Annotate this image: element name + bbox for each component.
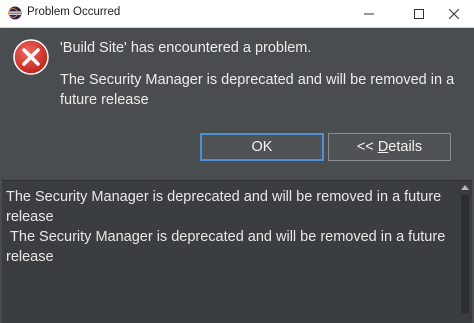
title-bar[interactable]: Problem Occurred [0,0,474,28]
close-button[interactable] [434,0,474,27]
details-content: The Security Manager is deprecated and w… [6,187,451,267]
maximize-icon [414,8,424,19]
minimize-button[interactable] [349,0,389,27]
details-line: The Security Manager is deprecated and w… [6,189,442,225]
scroll-thumb[interactable] [461,195,469,313]
details-mnemonic: D [377,139,389,155]
details-button[interactable]: << Details [328,133,451,161]
details-label-rest: etails [388,139,423,155]
window-title: Problem Occurred [27,6,121,18]
error-icon [13,39,49,75]
scroll-up-arrow-icon[interactable] [461,185,469,190]
error-title: 'Build Site' has encountered a problem. [60,40,312,56]
eclipse-app-icon [8,6,22,20]
minimize-icon [364,13,374,14]
vertical-scrollbar[interactable] [458,181,472,323]
maximize-button[interactable] [399,0,439,27]
problem-dialog: Problem Occurred 'Build Site' has encoun… [0,0,474,323]
details-label-prefix: << [356,139,378,155]
ok-button[interactable]: OK [200,133,324,161]
close-icon [449,8,459,19]
details-text-area[interactable]: The Security Manager is deprecated and w… [2,180,472,323]
details-line: The Security Manager is deprecated and w… [6,229,450,265]
error-message: The Security Manager is deprecated and w… [60,72,455,108]
